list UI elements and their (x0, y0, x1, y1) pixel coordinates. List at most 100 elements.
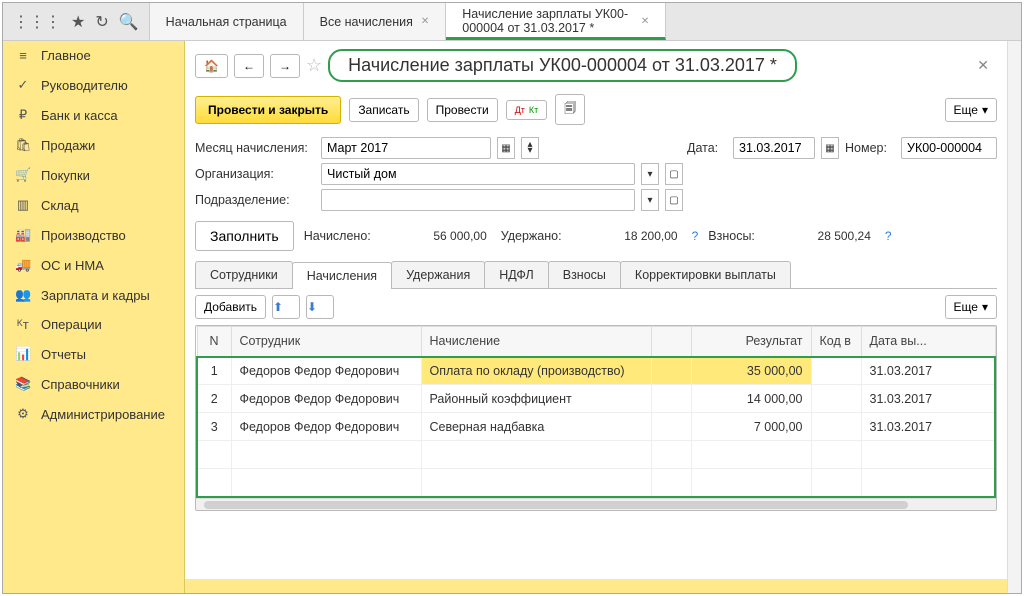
detail-tabbar: Сотрудники Начисления Удержания НДФЛ Взн… (195, 261, 997, 289)
factory-icon: 🏭 (15, 227, 31, 243)
boxes-icon: ▥ (15, 197, 31, 213)
organization-input[interactable] (321, 163, 635, 185)
vertical-scrollbar[interactable] (1007, 41, 1021, 593)
accrued-label: Начислено: (304, 229, 371, 243)
withheld-value: 18 200,00 (572, 229, 682, 243)
tab-employees[interactable]: Сотрудники (195, 261, 293, 288)
menu-icon: ≡ (15, 48, 31, 63)
horizontal-scrollbar[interactable] (196, 498, 996, 510)
sidebar-item-main[interactable]: ≡Главное (3, 41, 184, 70)
sidebar-item-operations[interactable]: ᴷᴛОперации (3, 310, 184, 339)
col-result[interactable]: Результат (691, 327, 811, 357)
tab-document[interactable]: Начисление зарплаты УК00-000004 от 31.03… (446, 3, 666, 40)
number-input[interactable] (901, 137, 997, 159)
open-ref-icon[interactable]: ▢ (665, 189, 683, 211)
document-pane: 🏠 ← → ☆ Начисление зарплаты УК00-000004 … (185, 41, 1007, 593)
apps-icon[interactable]: ⋮⋮⋮ (13, 12, 61, 32)
accrued-value: 56 000,00 (381, 229, 491, 243)
organization-label: Организация: (195, 167, 315, 181)
more-button[interactable]: Еще ▾ (945, 98, 997, 122)
table-row[interactable] (197, 469, 995, 497)
sidebar-item-bank[interactable]: ₽Банк и касса (3, 100, 184, 130)
attachments-button[interactable]: 🗐 (555, 94, 585, 125)
sidebar-item-payroll[interactable]: 👥Зарплата и кадры (3, 280, 184, 310)
bag-icon: 🛍 (15, 137, 31, 153)
date-label: Дата: (687, 141, 727, 155)
favorites-icon[interactable]: ★ (71, 12, 85, 32)
dropdown-icon[interactable]: ▾ (641, 163, 659, 185)
tab-accruals[interactable]: Начисления (292, 262, 392, 289)
tab-home[interactable]: Начальная страница (150, 3, 304, 40)
move-down-button[interactable]: ⬇ (306, 295, 334, 319)
star-icon[interactable]: ☆ (306, 55, 322, 76)
col-employee[interactable]: Сотрудник (231, 327, 421, 357)
forward-button[interactable]: → (270, 54, 300, 78)
calendar-icon[interactable]: ▦ (497, 137, 515, 159)
tab-withholdings[interactable]: Удержания (391, 261, 485, 288)
save-button[interactable]: Записать (349, 98, 418, 122)
help-icon[interactable]: ? (692, 229, 699, 243)
sidebar-item-manager[interactable]: ✓Руководителю (3, 70, 184, 100)
calendar-icon[interactable]: ▦ (821, 137, 839, 159)
footer-strip (185, 579, 1007, 593)
sidebar-item-admin[interactable]: ⚙Администрирование (3, 399, 184, 429)
back-button[interactable]: ← (234, 54, 264, 78)
col-code[interactable]: Код в (811, 327, 861, 357)
month-label: Месяц начисления: (195, 141, 315, 155)
department-input[interactable] (321, 189, 635, 211)
col-date[interactable]: Дата вы... (861, 327, 995, 357)
sidebar-item-production[interactable]: 🏭Производство (3, 220, 184, 250)
accruals-table: N Сотрудник Начисление Результат Код в Д… (195, 325, 997, 511)
post-and-close-button[interactable]: Провести и закрыть (195, 96, 341, 124)
post-button[interactable]: Провести (427, 98, 498, 122)
table-row[interactable]: 2 Федоров Федор Федорович Районный коэфф… (197, 385, 995, 413)
dropdown-icon[interactable]: ▾ (641, 189, 659, 211)
month-input[interactable] (321, 137, 491, 159)
tab-contributions[interactable]: Взносы (548, 261, 621, 288)
col-accrual[interactable]: Начисление (421, 327, 651, 357)
cart-icon: 🛒 (15, 167, 31, 183)
sidebar-item-assets[interactable]: 🚚ОС и НМА (3, 250, 184, 280)
table-row[interactable]: 1 Федоров Федор Федорович Оплата по окла… (197, 357, 995, 385)
close-document-button[interactable]: ✕ (969, 53, 997, 78)
history-icon[interactable]: ↻ (95, 12, 108, 32)
table-more-button[interactable]: Еще ▾ (945, 295, 997, 319)
sidebar-item-warehouse[interactable]: ▥Склад (3, 190, 184, 220)
col-n[interactable]: N (197, 327, 231, 357)
department-label: Подразделение: (195, 193, 315, 207)
tab-corrections[interactable]: Корректировки выплаты (620, 261, 791, 288)
contributions-value: 28 500,24 (765, 229, 875, 243)
tab-label: Начальная страница (166, 15, 287, 29)
sidebar-item-purchases[interactable]: 🛒Покупки (3, 160, 184, 190)
home-button[interactable]: 🏠 (195, 54, 228, 78)
close-icon[interactable]: ✕ (641, 16, 649, 27)
tab-ndfl[interactable]: НДФЛ (484, 261, 549, 288)
fill-button[interactable]: Заполнить (195, 221, 294, 251)
col-days[interactable] (651, 327, 691, 357)
sidebar-item-reports[interactable]: 📊Отчеты (3, 339, 184, 369)
top-toolbar: ⋮⋮⋮ ★ ↻ 🔍 Начальная страница Все начисле… (3, 3, 1021, 41)
books-icon: 📚 (15, 376, 31, 392)
table-row[interactable] (197, 441, 995, 469)
close-icon[interactable]: ✕ (421, 16, 429, 27)
ledger-icon: ᴷᴛ (15, 317, 31, 332)
ruble-icon: ₽ (15, 107, 31, 123)
gear-icon: ⚙ (15, 406, 31, 422)
chart-icon: ✓ (15, 77, 31, 93)
open-ref-icon[interactable]: ▢ (665, 163, 683, 185)
sidebar-item-references[interactable]: 📚Справочники (3, 369, 184, 399)
tab-all-accruals[interactable]: Все начисления ✕ (304, 3, 447, 40)
add-row-button[interactable]: Добавить (195, 295, 266, 319)
truck-icon: 🚚 (15, 257, 31, 273)
search-icon[interactable]: 🔍 (119, 12, 139, 32)
month-stepper[interactable]: ▴▾ (521, 137, 539, 159)
table-row[interactable]: 3 Федоров Федор Федорович Северная надба… (197, 413, 995, 441)
sidebar-item-sales[interactable]: 🛍Продажи (3, 130, 184, 160)
tab-label: Начисление зарплаты УК00-000004 от 31.03… (462, 8, 633, 36)
people-icon: 👥 (15, 287, 31, 303)
contributions-label: Взносы: (708, 229, 755, 243)
help-icon[interactable]: ? (885, 229, 892, 243)
date-input[interactable] (733, 137, 815, 159)
debit-credit-button[interactable]: ДᴛКᴛ (506, 100, 548, 120)
move-up-button[interactable]: ⬆ (272, 295, 300, 319)
